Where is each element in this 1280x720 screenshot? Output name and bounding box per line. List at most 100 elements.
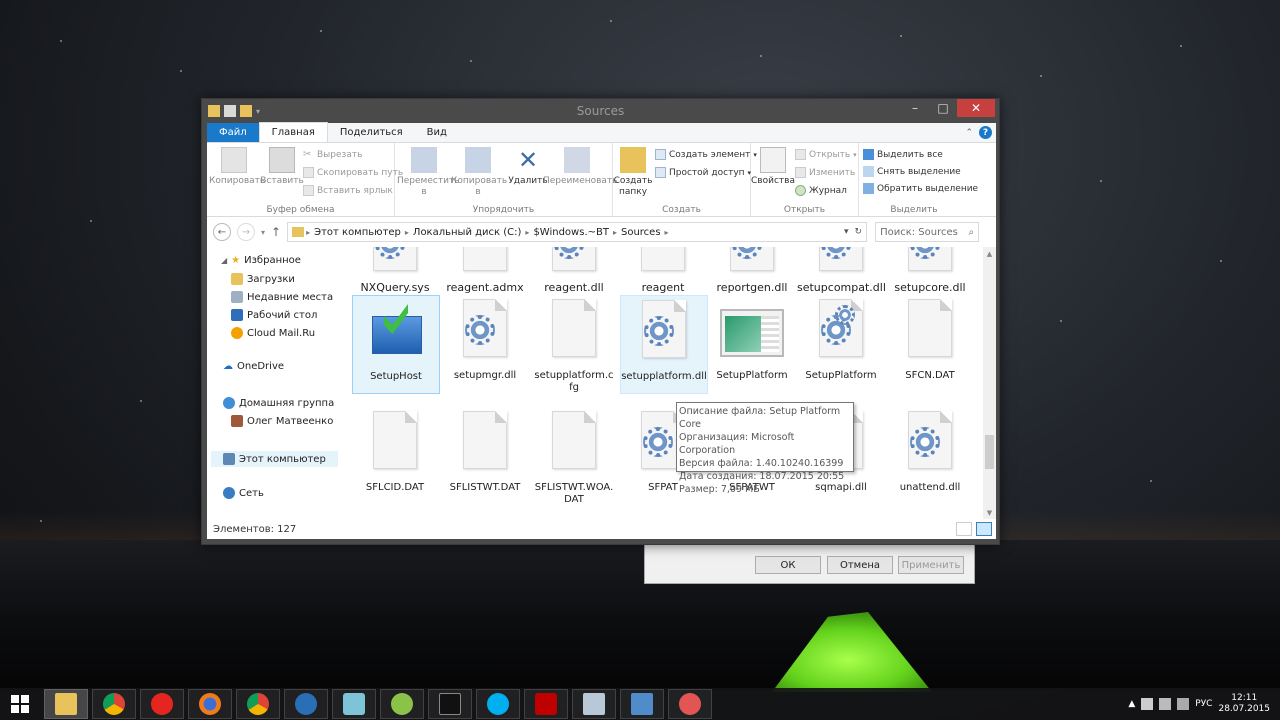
copy-path-button[interactable]: Скопировать путь bbox=[303, 167, 403, 178]
help-icon[interactable]: ? bbox=[979, 126, 992, 139]
file-item[interactable]: SetupHost bbox=[352, 295, 440, 394]
paste-shortcut-button[interactable]: Вставить ярлык bbox=[303, 185, 393, 196]
chevron-down-icon[interactable]: ▾ bbox=[844, 227, 849, 237]
chevron-up-icon[interactable]: ⌃ bbox=[965, 128, 973, 138]
breadcrumb-windows-bt[interactable]: $Windows.~BT bbox=[529, 227, 613, 238]
action-center-icon[interactable] bbox=[1141, 698, 1154, 710]
taskbar-app-user[interactable] bbox=[380, 689, 424, 719]
taskbar-snipping[interactable] bbox=[668, 689, 712, 719]
file-item[interactable]: SetupPlatform bbox=[797, 295, 885, 382]
file-item[interactable]: unattend.dll bbox=[886, 407, 974, 494]
taskbar-chrome[interactable] bbox=[92, 689, 136, 719]
taskbar-chrome-2[interactable] bbox=[236, 689, 280, 719]
recent-locations-icon[interactable]: ▾ bbox=[261, 228, 265, 237]
taskbar-yandex[interactable] bbox=[140, 689, 184, 719]
taskbar-thunderbird[interactable] bbox=[284, 689, 328, 719]
scroll-up-icon[interactable]: ▲ bbox=[983, 247, 996, 260]
clock[interactable]: 12:11 28.07.2015 bbox=[1218, 693, 1270, 715]
taskbar-app-note[interactable] bbox=[332, 689, 376, 719]
file-item[interactable]: SFLISTWT.WOA.DAT bbox=[530, 407, 618, 506]
tab-home[interactable]: Главная bbox=[258, 122, 328, 142]
breadcrumb-local-disk[interactable]: Локальный диск (C:) bbox=[409, 227, 526, 238]
properties-button[interactable]: Свойства bbox=[751, 147, 795, 187]
up-button[interactable]: ↑ bbox=[271, 225, 281, 239]
scroll-down-icon[interactable]: ▼ bbox=[983, 506, 996, 519]
select-none-button[interactable]: Снять выделение bbox=[863, 166, 961, 177]
easy-access-button[interactable]: Простой доступ ▾ bbox=[655, 167, 751, 178]
cut-button[interactable]: ✂ Вырезать bbox=[303, 149, 362, 160]
new-item-button[interactable]: Создать элемент ▾ bbox=[655, 149, 757, 160]
breadcrumb-sources[interactable]: Sources bbox=[617, 227, 665, 238]
taskbar-calculator[interactable] bbox=[572, 689, 616, 719]
refresh-icon[interactable]: ↻ bbox=[855, 227, 863, 237]
taskbar-filezilla[interactable] bbox=[524, 689, 568, 719]
close-button[interactable]: ✕ bbox=[957, 99, 995, 117]
edit-button[interactable]: Изменить bbox=[795, 167, 855, 178]
nav-cloudmail[interactable]: Cloud Mail.Ru bbox=[231, 327, 315, 339]
nav-downloads[interactable]: Загрузки bbox=[231, 273, 295, 285]
file-item[interactable] bbox=[797, 247, 885, 283]
taskbar-firefox[interactable] bbox=[188, 689, 232, 719]
chevron-up-icon[interactable]: ▲ bbox=[1128, 699, 1135, 709]
title-bar[interactable]: ▾ Sources – □ ✕ bbox=[202, 99, 999, 123]
invert-selection-button[interactable]: Обратить выделение bbox=[863, 183, 978, 194]
file-item[interactable] bbox=[530, 247, 618, 283]
new-folder-button[interactable]: Создать папку bbox=[613, 147, 653, 198]
nav-onedrive[interactable]: ☁ OneDrive bbox=[223, 361, 284, 372]
details-view-button[interactable] bbox=[956, 522, 972, 536]
file-item[interactable]: SFLCID.DAT bbox=[351, 407, 439, 494]
large-icons-view-button[interactable] bbox=[976, 522, 992, 536]
vertical-scrollbar[interactable]: ▲ ▼ bbox=[983, 247, 996, 519]
file-item[interactable]: SetupPlatform bbox=[708, 295, 796, 382]
copy-to-button[interactable]: Копировать в bbox=[451, 147, 507, 198]
start-button[interactable] bbox=[0, 688, 40, 720]
rename-button[interactable]: Переименовать bbox=[543, 147, 618, 187]
cancel-button[interactable]: Отмена bbox=[827, 556, 893, 574]
taskbar-cmd[interactable] bbox=[428, 689, 472, 719]
nav-recent[interactable]: Недавние места bbox=[231, 291, 333, 303]
move-to-button[interactable]: Переместить в bbox=[397, 147, 459, 198]
history-button[interactable]: Журнал bbox=[795, 185, 847, 196]
file-item[interactable] bbox=[708, 247, 796, 283]
file-item[interactable]: setupmgr.dll bbox=[441, 295, 529, 382]
back-button[interactable]: ← bbox=[213, 223, 231, 241]
tab-file[interactable]: Файл bbox=[207, 123, 259, 142]
forward-button[interactable]: → bbox=[237, 223, 255, 241]
file-item[interactable]: SFLISTWT.DAT bbox=[441, 407, 529, 494]
apply-button[interactable]: Применить bbox=[898, 556, 964, 574]
nav-this-pc[interactable]: Этот компьютер bbox=[211, 451, 338, 467]
file-item[interactable] bbox=[619, 247, 707, 283]
network-icon[interactable] bbox=[1159, 698, 1172, 710]
maximize-button[interactable]: □ bbox=[929, 99, 957, 117]
tab-view[interactable]: Вид bbox=[415, 123, 459, 142]
nav-desktop[interactable]: Рабочий стол bbox=[231, 309, 317, 321]
file-item[interactable] bbox=[351, 247, 439, 283]
volume-icon[interactable] bbox=[1177, 698, 1190, 710]
nav-favorites[interactable]: ◢ ★ Избранное bbox=[221, 255, 301, 266]
breadcrumb-this-pc[interactable]: Этот компьютер bbox=[310, 227, 405, 238]
taskbar-explorer[interactable] bbox=[44, 689, 88, 719]
new-folder-icon[interactable] bbox=[240, 105, 252, 117]
paste-button[interactable]: Вставить bbox=[257, 147, 307, 187]
file-item[interactable]: setupplatform.dll bbox=[620, 295, 708, 394]
nav-user[interactable]: Олег Матвеенко bbox=[231, 415, 333, 427]
language-indicator[interactable]: РУС bbox=[1195, 699, 1212, 709]
properties-icon[interactable] bbox=[224, 105, 236, 117]
taskbar-remote-desktop[interactable] bbox=[620, 689, 664, 719]
nav-homegroup[interactable]: Домашняя группа bbox=[223, 397, 334, 409]
address-input[interactable]: ▸ Этот компьютер ▸ Локальный диск (C:) ▸… bbox=[287, 222, 868, 242]
open-button[interactable]: Открыть ▾ bbox=[795, 149, 857, 160]
scrollbar-thumb[interactable] bbox=[985, 435, 994, 469]
search-input[interactable]: Поиск: Sources ⌕ bbox=[875, 222, 980, 242]
file-item[interactable]: setupplatform.cfg bbox=[530, 295, 618, 394]
taskbar-skype[interactable] bbox=[476, 689, 520, 719]
nav-network[interactable]: Сеть bbox=[223, 487, 264, 499]
ok-button[interactable]: ОК bbox=[755, 556, 821, 574]
file-item[interactable]: SFCN.DAT bbox=[886, 295, 974, 382]
minimize-button[interactable]: – bbox=[901, 99, 929, 117]
file-item[interactable] bbox=[886, 247, 974, 283]
chevron-down-icon[interactable]: ▾ bbox=[256, 107, 260, 116]
tab-share[interactable]: Поделиться bbox=[328, 123, 415, 142]
copy-button[interactable]: Копировать bbox=[209, 147, 265, 187]
select-all-button[interactable]: Выделить все bbox=[863, 149, 943, 160]
